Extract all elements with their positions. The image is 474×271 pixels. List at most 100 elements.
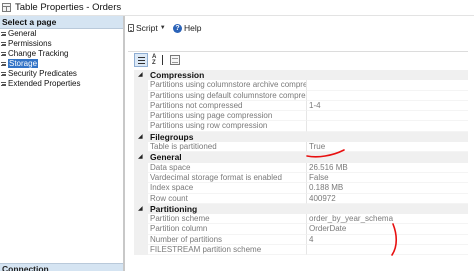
window-title: Table Properties - Orders	[15, 2, 122, 13]
category-row-general[interactable]: ◢ General	[134, 152, 468, 163]
property-name: Partitions not compressed	[148, 100, 307, 112]
property-gutter	[134, 234, 148, 246]
page-item-security-predicates[interactable]: Security Predicates	[0, 69, 123, 79]
property-grid: ◢ Compression Partitions using columnstore…	[134, 70, 468, 256]
category-name: Compression	[150, 70, 205, 80]
collapse-icon[interactable]: ◢	[138, 72, 143, 78]
page-item-extended-properties[interactable]: Extended Properties	[0, 79, 123, 89]
property-row[interactable]: Partition scheme order_by_year_schema	[134, 214, 468, 225]
category-gutter: ◢	[134, 152, 148, 163]
property-value	[307, 111, 468, 122]
category-row-partitioning[interactable]: ◢ Partitioning	[134, 203, 468, 215]
property-name: Data space	[148, 162, 307, 173]
collapse-icon[interactable]: ◢	[138, 134, 143, 140]
property-name: Partition column	[148, 224, 307, 235]
property-row[interactable]: Number of partitions 4	[134, 234, 468, 246]
property-gutter	[134, 80, 148, 91]
script-button-label: Script	[136, 23, 158, 33]
property-name: Partition scheme	[148, 214, 307, 225]
collapse-icon[interactable]: ◢	[138, 206, 143, 212]
page-item-general[interactable]: General	[0, 29, 123, 39]
category-gutter: ◢	[134, 70, 148, 81]
property-name: Index space	[148, 183, 307, 194]
property-name: Table is partitioned	[148, 142, 307, 153]
categorized-view-button[interactable]	[134, 53, 148, 67]
category-name: General	[150, 152, 182, 163]
property-value: 400972	[307, 194, 468, 204]
property-gutter	[134, 111, 148, 122]
select-page-header: Select a page	[0, 16, 123, 29]
page-item-permissions[interactable]: Permissions	[0, 39, 123, 49]
category-gutter: ◢	[134, 131, 148, 143]
property-row[interactable]: Index space 0.188 MB	[134, 183, 468, 194]
dialog-toolbar: Script ▼ ? Help	[125, 16, 474, 40]
category-name: Partitioning	[150, 203, 198, 214]
property-value	[307, 121, 468, 132]
property-row[interactable]: Partitions using page compression	[134, 111, 468, 122]
script-button[interactable]: Script ▼	[128, 22, 166, 34]
property-pages-button[interactable]	[168, 53, 182, 67]
property-name: Partitions using row compression	[148, 121, 307, 132]
property-value: 0.188 MB	[307, 183, 468, 194]
property-pages-icon	[170, 55, 180, 65]
help-button-label: Help	[184, 23, 202, 33]
property-name: Partitions using page compression	[148, 111, 307, 122]
category-gutter: ◢	[134, 203, 148, 215]
connection-header: Connection	[0, 263, 123, 271]
property-row[interactable]: FILESTREAM partition scheme	[134, 245, 468, 256]
property-gutter	[134, 100, 148, 112]
property-gutter	[134, 162, 148, 173]
property-gutter	[134, 142, 148, 153]
page-item-label: General	[8, 29, 37, 38]
title-bar: Table Properties - Orders	[0, 0, 474, 16]
property-name: Number of partitions	[148, 234, 307, 246]
property-gutter	[134, 245, 148, 256]
property-value: 4	[307, 235, 468, 246]
property-row[interactable]: Row count 400972	[134, 193, 468, 204]
property-row[interactable]: Partitions using default columnstore com…	[134, 90, 468, 101]
select-page-label: Select a page	[2, 17, 57, 27]
property-value: 1-4	[307, 101, 468, 112]
property-row[interactable]: Partitions not compressed 1-4	[134, 100, 468, 112]
help-icon: ?	[173, 23, 182, 33]
page-item-label: Permissions	[8, 39, 52, 48]
page-item-change-tracking[interactable]: Change Tracking	[0, 49, 123, 59]
page-icon	[1, 82, 6, 86]
property-value	[307, 245, 468, 256]
alphabetical-sort-button[interactable]: A Z	[151, 53, 165, 67]
property-name: Partitions using default columnstore com…	[148, 90, 307, 101]
property-gutter	[134, 183, 148, 194]
chevron-down-icon[interactable]: ▼	[160, 25, 166, 31]
sort-z-glyph: Z	[152, 60, 156, 66]
property-name: Row count	[148, 193, 307, 204]
page-icon	[1, 52, 6, 56]
property-gutter	[134, 172, 148, 184]
category-row-filegroups[interactable]: ◢ Filegroups	[134, 131, 468, 143]
page-item-label: Extended Properties	[8, 79, 81, 88]
help-button[interactable]: ? Help	[173, 22, 201, 34]
category-name: Filegroups	[150, 131, 194, 142]
property-grid-toolbar: A Z	[134, 53, 182, 69]
property-row[interactable]: Partitions using columnstore archive com…	[134, 80, 468, 91]
property-value: True	[307, 142, 468, 153]
table-properties-icon	[2, 3, 11, 12]
toolbar-divider	[128, 51, 468, 52]
property-row[interactable]: Partition column OrderDate	[134, 224, 468, 235]
property-value: False	[307, 173, 468, 184]
collapse-icon[interactable]: ◢	[138, 154, 143, 160]
property-gutter	[134, 224, 148, 235]
property-name: Vardecimal storage format is enabled	[148, 172, 307, 184]
property-row[interactable]: Partitions using row compression	[134, 121, 468, 132]
property-row[interactable]: Vardecimal storage format is enabled Fals…	[134, 172, 468, 184]
category-row-compression[interactable]: ◢ Compression	[134, 70, 468, 81]
property-value: 26.516 MB	[307, 163, 468, 173]
property-row[interactable]: Table is partitioned True	[134, 142, 468, 153]
property-value: order_by_year_schema	[307, 214, 468, 225]
page-icon	[1, 32, 6, 36]
page-item-label: Change Tracking	[8, 49, 69, 58]
property-row[interactable]: Data space 26.516 MB	[134, 162, 468, 173]
page-item-label: Storage	[8, 59, 39, 68]
page-item-storage[interactable]: Storage	[0, 59, 123, 69]
script-icon	[128, 24, 134, 32]
page-icon	[1, 62, 6, 66]
